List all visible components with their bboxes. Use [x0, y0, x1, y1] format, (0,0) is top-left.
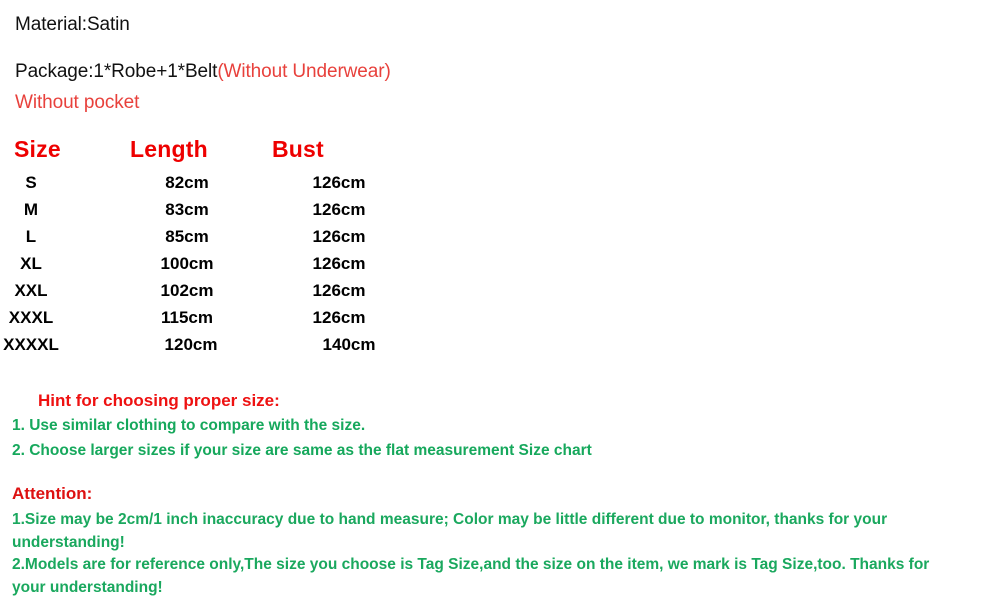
table-row: XL 100cm 126cm [0, 250, 420, 277]
cell-length: 100cm [160, 254, 214, 273]
cell-length: 83cm [165, 200, 209, 219]
column-header-bust: Bust [272, 136, 324, 162]
cell-bust: 126cm [312, 281, 366, 300]
attention-title: Attention: [12, 484, 93, 503]
hint-item-2: 2. Choose larger sizes if your size are … [12, 442, 592, 459]
package-label: Package:1*Robe+1*Belt [15, 61, 218, 82]
cell-length: 120cm [164, 335, 218, 354]
pocket-note: Without pocket [15, 92, 140, 113]
size-chart-infographic: Material:Satin Package:1*Robe+1*Belt(Wit… [0, 0, 984, 616]
table-row: S 82cm 126cm [0, 169, 420, 196]
table-row: L 85cm 126cm [0, 223, 420, 250]
attention-item-2: 2.Models are for reference only,The size… [12, 556, 930, 596]
cell-bust: 126cm [312, 173, 366, 192]
table-row: XXXL 115cm 126cm [0, 304, 420, 331]
package-line: Package:1*Robe+1*Belt(Without Underwear) [15, 61, 391, 83]
cell-size: XXL [14, 281, 48, 300]
cell-size: M [23, 200, 39, 219]
table-row: M 83cm 126cm [0, 196, 420, 223]
cell-size: XXXXL [3, 335, 59, 354]
column-header-length: Length [130, 136, 208, 162]
cell-size: L [25, 227, 37, 246]
table-row: XXXXL 120cm 140cm [0, 331, 420, 358]
attention-body: 1.Size may be 2cm/1 inch inaccuracy due … [12, 509, 964, 599]
cell-length: 82cm [165, 173, 209, 192]
cell-bust: 126cm [312, 200, 366, 219]
cell-length: 85cm [165, 227, 209, 246]
cell-length: 102cm [160, 281, 214, 300]
cell-size: XL [20, 254, 42, 273]
column-header-size: Size [14, 136, 61, 162]
cell-length: 115cm [161, 308, 213, 327]
hint-title: Hint for choosing proper size: [38, 391, 280, 410]
hint-item-1: 1. Use similar clothing to compare with … [12, 417, 366, 434]
size-chart-table: Size Length Bust S 82cm 126cm M 83cm 126… [0, 136, 420, 358]
table-header-row: Size Length Bust [0, 136, 420, 169]
cell-bust: 126cm [312, 308, 366, 327]
cell-size: S [25, 173, 37, 192]
cell-bust: 126cm [312, 254, 366, 273]
material-line: Material:Satin [15, 14, 130, 35]
package-note: (Without Underwear) [217, 61, 391, 82]
table-row: XXL 102cm 126cm [0, 277, 420, 304]
cell-bust: 140cm [322, 335, 376, 354]
attention-item-1: 1.Size may be 2cm/1 inch inaccuracy due … [12, 511, 888, 551]
cell-bust: 126cm [312, 227, 366, 246]
cell-size: XXXL [8, 308, 54, 327]
